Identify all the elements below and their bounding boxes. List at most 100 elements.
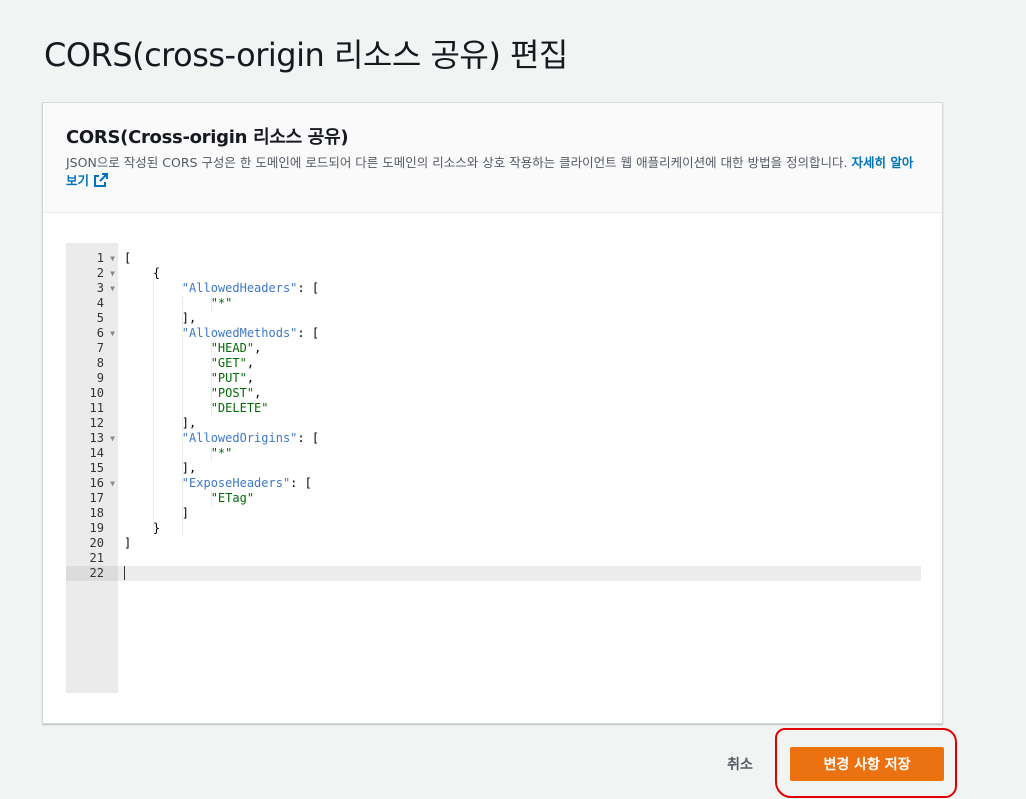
fold-arrow-icon[interactable]: ▼: [110, 281, 115, 296]
line-number-text: 9: [96, 371, 104, 385]
code-line: }: [124, 521, 161, 535]
code-line: {: [124, 266, 161, 280]
code-line: "PUT",: [210, 371, 255, 385]
line-number-text: 2: [96, 266, 104, 280]
line-number-text: 14: [89, 446, 104, 460]
code-line: ]: [124, 536, 132, 550]
code-line: "ETag": [118, 491, 921, 506]
json-key: "AllowedHeaders": [181, 281, 298, 295]
line-number-text: 13: [89, 431, 104, 445]
line-number: 12: [66, 416, 118, 431]
code-line: "POST",: [210, 386, 262, 400]
panel-title: CORS(Cross-origin 리소스 공유): [66, 127, 349, 148]
code-line: "HEAD",: [210, 341, 262, 355]
fold-arrow-icon[interactable]: ▼: [110, 326, 115, 341]
fold-arrow-icon[interactable]: ▼: [110, 251, 115, 266]
cors-panel: CORS(Cross-origin 리소스 공유) JSON으로 작성된 COR…: [42, 102, 943, 724]
line-number: 9: [66, 371, 118, 386]
line-number-text: 19: [89, 521, 104, 535]
line-number: 20: [66, 536, 118, 551]
save-changes-button[interactable]: 변경 사항 저장: [790, 747, 944, 781]
line-number-text: 22: [89, 566, 104, 580]
line-number: 14: [66, 446, 118, 461]
line-number: 21: [66, 551, 118, 566]
fold-arrow-icon[interactable]: ▼: [110, 476, 115, 491]
indent-guide: [210, 296, 212, 311]
json-string: "*": [210, 446, 233, 460]
line-number: 6 ▼: [66, 326, 118, 341]
line-number-text: 3: [96, 281, 104, 295]
line-number-text: 15: [89, 461, 104, 475]
json-string: "PUT": [210, 371, 247, 385]
line-number: 4: [66, 296, 118, 311]
line-number: 2 ▼: [66, 266, 118, 281]
json-string: "ETag": [210, 491, 255, 505]
json-key: "ExposeHeaders": [181, 476, 291, 490]
code-line: ],: [124, 461, 197, 475]
json-string: "HEAD": [210, 341, 255, 355]
line-number-text: 1: [96, 251, 104, 265]
json-string: "POST": [210, 386, 255, 400]
json-key: "AllowedMethods": [181, 326, 298, 340]
line-number: 3 ▼: [66, 281, 118, 296]
line-number: 17: [66, 491, 118, 506]
line-number-gutter: 1 ▼ 2 ▼ 3 ▼ 4 5 6 ▼ 7 8 9 10 11 12 13 ▼ 14 15 16 ▼ 17 18 19 20 21 2…: [66, 243, 118, 693]
code-line: "AllowedHeaders": [: [181, 281, 320, 295]
line-number: 19: [66, 521, 118, 536]
panel-header: CORS(Cross-origin 리소스 공유) JSON으로 작성된 COR…: [43, 103, 942, 213]
line-number-text: 17: [89, 491, 104, 505]
text-cursor: [124, 566, 125, 580]
line-number-text: 10: [89, 386, 104, 400]
indent-guide: [152, 281, 154, 536]
line-number-text: 8: [96, 356, 104, 370]
line-number-text: 4: [96, 296, 104, 310]
line-number: 22: [66, 566, 118, 581]
code-line: "DELETE": [118, 401, 921, 416]
json-string: "DELETE": [210, 401, 269, 415]
code-line: ],: [124, 416, 197, 430]
fold-arrow-icon[interactable]: ▼: [110, 266, 115, 281]
fold-arrow-icon[interactable]: ▼: [110, 431, 115, 446]
code-line: [: [124, 251, 132, 265]
indent-guide: [210, 341, 212, 416]
line-number-text: 5: [96, 311, 104, 325]
panel-description: JSON으로 작성된 CORS 구성은 한 도메인에 로드되어 다른 도메인의 …: [66, 154, 916, 193]
line-number: 15: [66, 461, 118, 476]
code-line: "*": [118, 296, 921, 311]
code-line: ],: [124, 311, 197, 325]
cancel-button[interactable]: 취소: [712, 749, 768, 779]
indent-guide: [210, 446, 212, 461]
external-link-icon: [93, 172, 109, 193]
line-number: 1 ▼: [66, 251, 118, 266]
json-code-editor[interactable]: 1 ▼ 2 ▼ 3 ▼ 4 5 6 ▼ 7 8 9 10 11 12 13 ▼ 14 15 16 ▼ 17 18 19 20 21 2…: [66, 243, 921, 693]
json-key: "AllowedOrigins": [181, 431, 298, 445]
line-number-text: 20: [89, 536, 104, 550]
indent-guide: [210, 491, 212, 506]
code-line: ]: [124, 506, 190, 520]
code-line: "AllowedMethods": [: [181, 326, 320, 340]
code-line: "AllowedOrigins": [: [181, 431, 320, 445]
line-number-text: 12: [89, 416, 104, 430]
line-number: 10: [66, 386, 118, 401]
line-number: 8: [66, 356, 118, 371]
panel-description-text: JSON으로 작성된 CORS 구성은 한 도메인에 로드되어 다른 도메인의 …: [66, 155, 848, 170]
line-number-text: 16: [89, 476, 104, 490]
line-number: 13 ▼: [66, 431, 118, 446]
line-number: 18: [66, 506, 118, 521]
line-number-text: 21: [89, 551, 104, 565]
code-line: "ExposeHeaders": [: [181, 476, 312, 490]
code-area[interactable]: [ { "AllowedHeaders": [ "*" ], "AllowedM…: [118, 243, 921, 693]
json-string: "GET": [210, 356, 247, 370]
line-number: 5: [66, 311, 118, 326]
line-number-text: 7: [96, 341, 104, 355]
line-number-text: 11: [89, 401, 104, 415]
line-number-text: 18: [89, 506, 104, 520]
line-number: 7: [66, 341, 118, 356]
line-number: 16 ▼: [66, 476, 118, 491]
code-line: "GET",: [210, 356, 255, 370]
json-string: "*": [210, 296, 233, 310]
code-line: [118, 566, 921, 581]
code-line: "*": [118, 446, 921, 461]
page-title: CORS(cross-origin 리소스 공유) 편집: [44, 36, 568, 74]
